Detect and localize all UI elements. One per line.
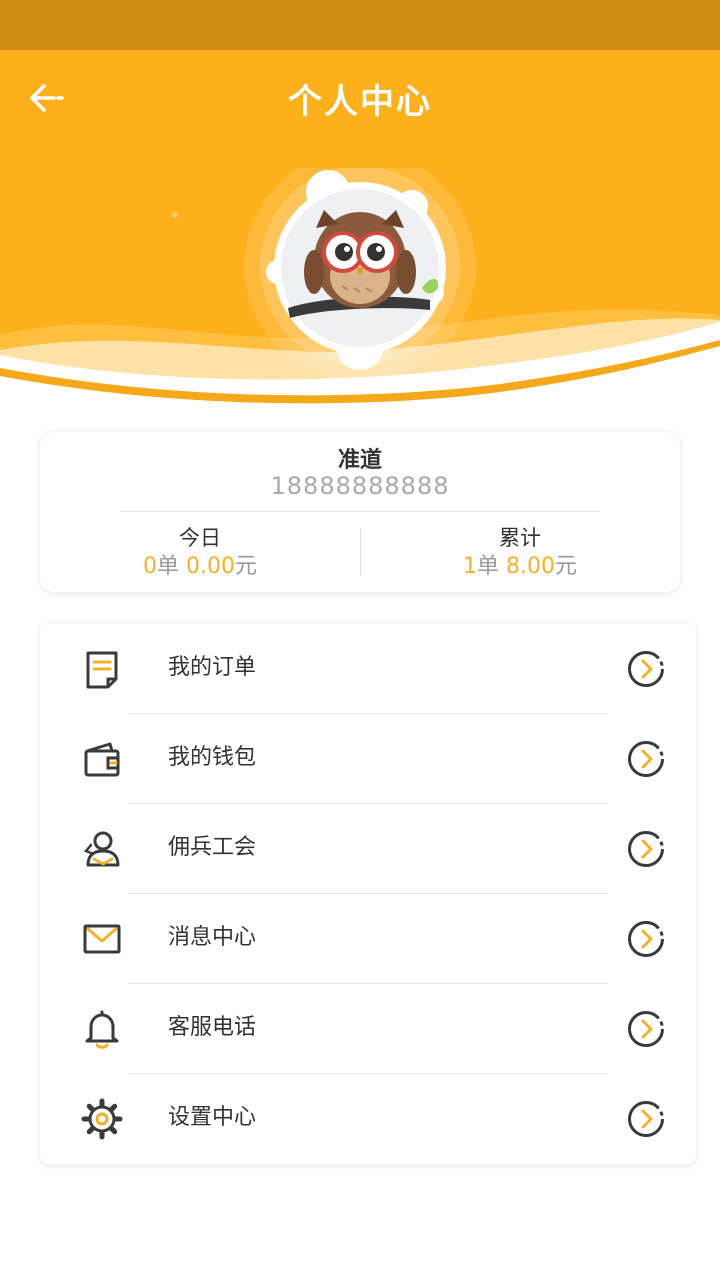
chevron-right-circle-icon [628,741,664,777]
menu-item-my-wallet[interactable]: 我的钱包 [40,714,696,804]
user-info-card: 准道 18888888888 今日 0单 0.00元 累计 1单 8.00元 [40,432,680,592]
stat-today[interactable]: 今日 0单 0.00元 [80,524,320,582]
menu-item-my-orders[interactable]: 我的订单 [40,624,696,714]
chevron-right-circle-icon [628,921,664,957]
menu-item-label: 我的订单 [168,655,257,680]
stat-today-value: 0单 0.00元 [80,552,320,582]
chevron-right-circle-icon [628,1011,664,1047]
stat-total-orders: 1 [462,554,477,579]
menu-item-label: 我的钱包 [168,745,257,770]
header-banner: 个人中心 [0,50,720,410]
bell-icon [85,1010,119,1049]
menu-item-label: 佣兵工会 [168,835,257,860]
chevron-right-circle-icon [628,651,664,687]
user-phone: 18888888888 [270,472,450,500]
stat-total-amount: 8.00 [506,554,555,579]
menu-item-guild[interactable]: 佣兵工会 [40,804,696,894]
order-note-icon [86,651,118,689]
menu-item-customer-service[interactable]: 客服电话 [40,984,696,1074]
wallet-icon [84,742,120,777]
stat-today-amount-unit: 元 [234,554,257,579]
guild-user-icon [83,831,120,867]
mail-icon [83,924,121,954]
stat-total-label: 累计 [499,526,541,550]
stat-today-label: 今日 [179,526,221,550]
stat-total-orders-unit: 单 [476,554,499,579]
stat-total-amount-unit: 元 [554,554,577,579]
user-name: 准道 [337,448,382,473]
stat-today-orders: 0 [142,554,157,579]
menu-item-label: 消息中心 [168,925,257,950]
stat-total-value: 1单 8.00元 [400,552,640,582]
status-bar [0,0,720,50]
page-title: 个人中心 [288,82,432,122]
chevron-right-circle-icon [628,1101,664,1137]
chevron-right-circle-icon [628,831,664,867]
gear-icon [81,1098,123,1140]
divider [120,511,600,512]
menu-item-label: 客服电话 [168,1015,257,1040]
stat-today-orders-unit: 单 [156,554,179,579]
menu-item-label: 设置中心 [168,1105,257,1130]
menu-item-settings[interactable]: 设置中心 [40,1074,696,1164]
divider [360,528,361,576]
avatar[interactable] [244,168,476,390]
stat-total[interactable]: 累计 1单 8.00元 [400,524,640,582]
menu-item-message-center[interactable]: 消息中心 [40,894,696,984]
stat-today-amount: 0.00 [186,554,235,579]
menu-list: 我的订单 我的钱包 佣兵工会 消息中心 客服电话 设置中心 [40,624,696,1164]
